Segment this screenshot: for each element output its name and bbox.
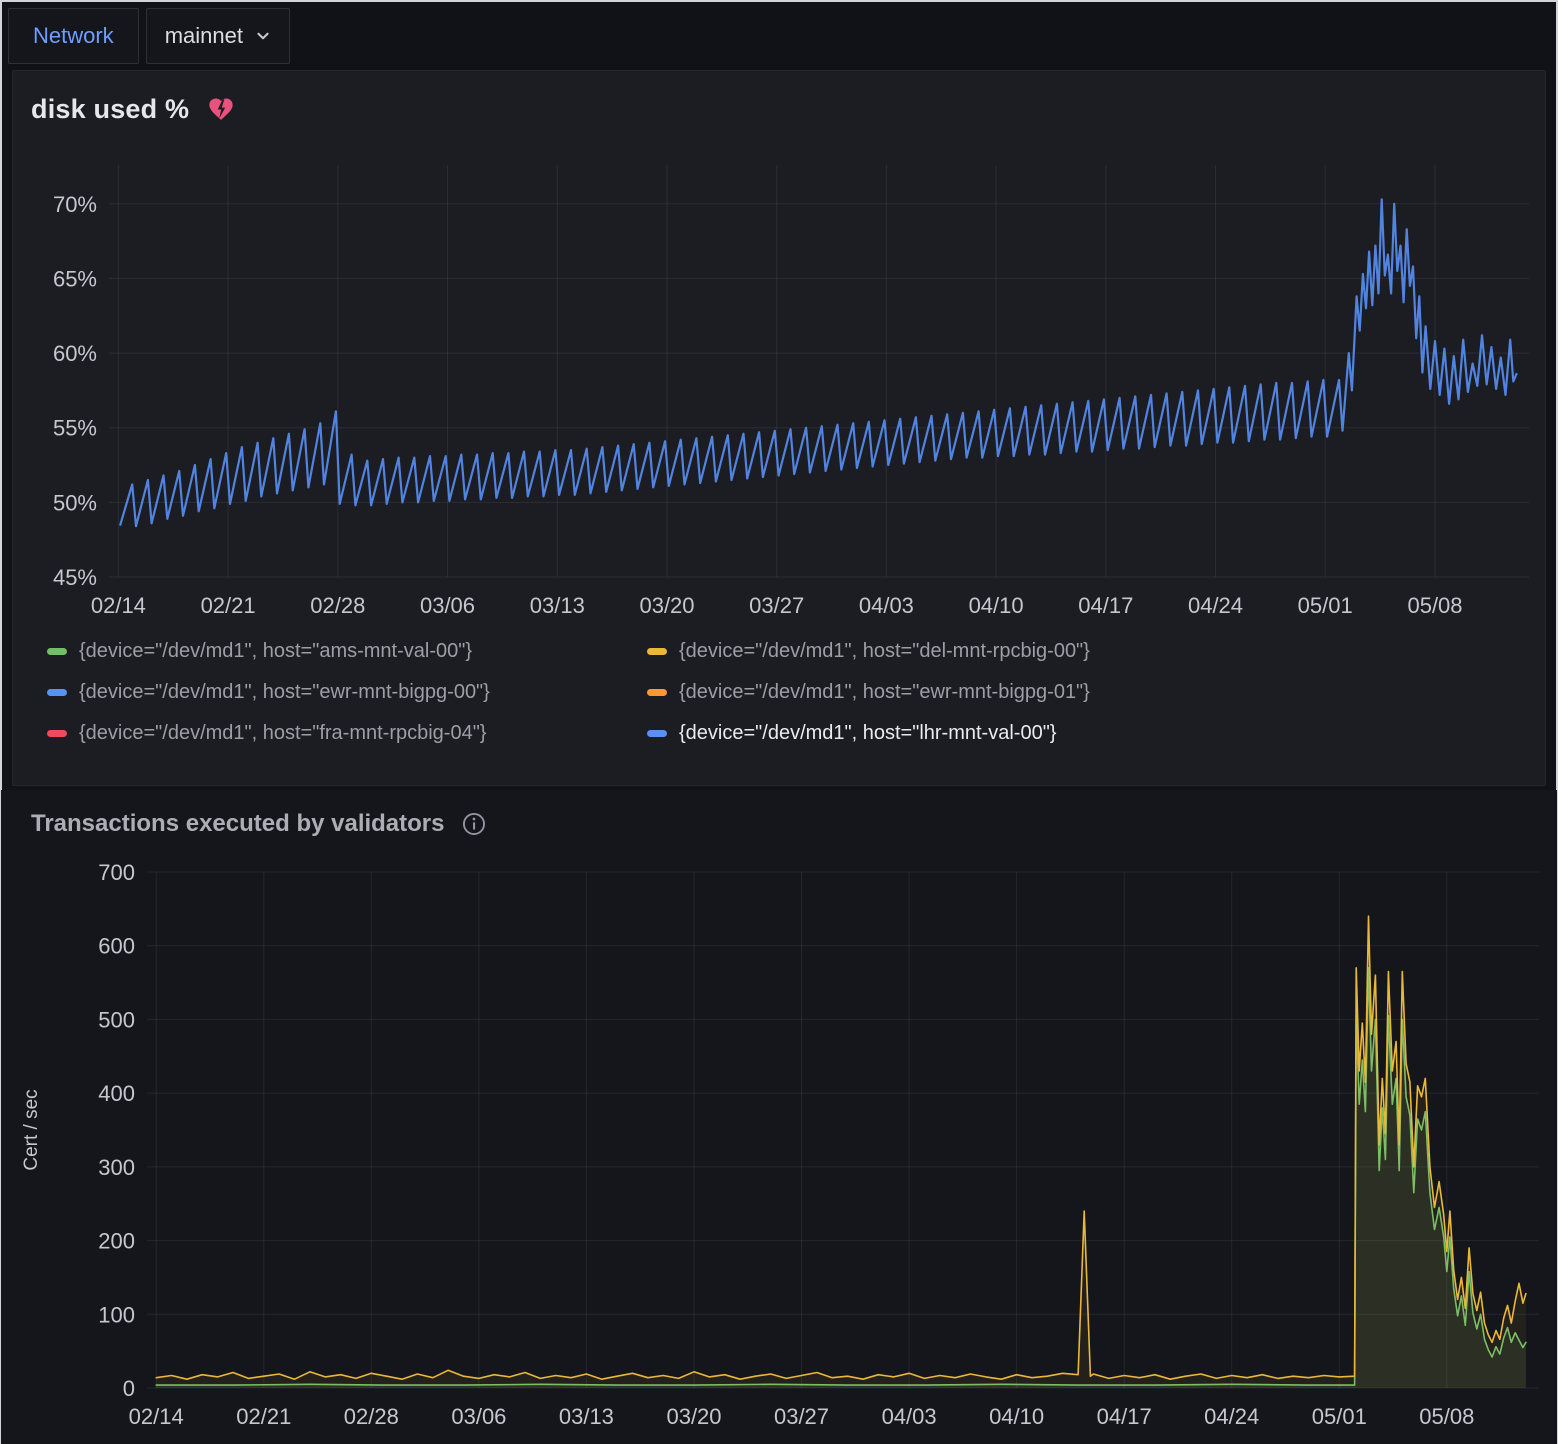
x-tick-label: 02/14 xyxy=(129,1404,184,1429)
disk-panel-title[interactable]: disk used % xyxy=(31,94,189,125)
x-tick-label: 02/28 xyxy=(344,1404,399,1429)
disk-used-panel: disk used % 45% 50% 55% 60% 65% 70% 02/14 02/21… xyxy=(12,70,1546,786)
x-tick-label: 04/03 xyxy=(859,593,914,618)
legend-item[interactable]: {device="/dev/md1", host="lhr-mnt-val-00… xyxy=(647,721,1545,745)
legend-item[interactable]: {device="/dev/md1", host="ewr-mnt-bigpg-… xyxy=(47,680,647,704)
transactions-panel-header: Transactions executed by validators xyxy=(1,790,1557,844)
x-tick-label: 02/21 xyxy=(201,593,256,618)
legend-item[interactable]: {device="/dev/md1", host="del-mnt-rpcbig… xyxy=(647,639,1545,663)
x-tick-label: 03/06 xyxy=(451,1404,506,1429)
y-tick-label: 100 xyxy=(98,1302,135,1327)
series-line xyxy=(120,199,1516,526)
x-tick-label: 04/10 xyxy=(989,1404,1044,1429)
legend-series-swatch xyxy=(47,648,67,655)
network-variable-label: Network xyxy=(8,8,139,64)
disk-panel-header: disk used % xyxy=(13,71,1545,135)
x-tick-label: 02/28 xyxy=(310,593,365,618)
transactions-panel-title[interactable]: Transactions executed by validators xyxy=(31,810,445,838)
x-tick-label: 04/17 xyxy=(1078,593,1133,618)
network-variable-dropdown[interactable]: mainnet xyxy=(146,8,290,64)
legend-item-label: {device="/dev/md1", host="ams-mnt-val-00… xyxy=(79,639,472,663)
y-tick-label: 200 xyxy=(98,1229,135,1254)
x-tick-label: 04/24 xyxy=(1204,1404,1259,1429)
legend-item[interactable]: {device="/dev/md1", host="fra-mnt-rpcbig… xyxy=(47,721,647,745)
broken-heart-icon xyxy=(207,95,235,123)
network-variable-label-text: Network xyxy=(33,23,114,49)
series-area xyxy=(156,916,1526,1388)
legend-item[interactable]: {device="/dev/md1", host="ewr-mnt-bigpg-… xyxy=(647,680,1545,704)
legend-series-swatch xyxy=(647,648,667,655)
x-tick-label: 03/20 xyxy=(639,593,694,618)
y-tick-label: 500 xyxy=(98,1007,135,1032)
series-area xyxy=(156,968,1526,1388)
x-tick-label: 04/17 xyxy=(1097,1404,1152,1429)
legend-series-swatch xyxy=(47,689,67,696)
x-tick-label: 05/08 xyxy=(1407,593,1462,618)
x-tick-label: 04/24 xyxy=(1188,593,1243,618)
legend-series-swatch xyxy=(647,689,667,696)
x-tick-label: 03/20 xyxy=(666,1404,721,1429)
y-axis-title: Cert / sec xyxy=(21,1089,42,1170)
y-tick-label: 600 xyxy=(98,934,135,959)
series-line xyxy=(156,916,1526,1379)
info-icon[interactable] xyxy=(461,811,487,837)
x-tick-label: 05/08 xyxy=(1419,1404,1474,1429)
dashboard-submenu: Network mainnet xyxy=(0,0,1558,64)
x-tick-label: 02/21 xyxy=(236,1404,291,1429)
legend-series-swatch xyxy=(47,730,67,737)
y-tick-label: 45% xyxy=(53,565,97,590)
legend-item-label: {device="/dev/md1", host="ewr-mnt-bigpg-… xyxy=(679,680,1090,704)
legend-item-label: {device="/dev/md1", host="del-mnt-rpcbig… xyxy=(679,639,1090,663)
y-tick-label: 300 xyxy=(98,1155,135,1180)
disk-used-chart[interactable]: 45% 50% 55% 60% 65% 70% 02/14 02/21 02/28 03/06 03… xyxy=(13,135,1543,635)
disk-chart-legend: {device="/dev/md1", host="ams-mnt-val-00… xyxy=(13,635,1545,745)
y-tick-label: 65% xyxy=(53,266,97,291)
transactions-panel: Transactions executed by validators 0 100… xyxy=(1,790,1557,1444)
y-tick-label: 400 xyxy=(98,1081,135,1106)
legend-item-label: {device="/dev/md1", host="fra-mnt-rpcbig… xyxy=(79,721,487,745)
y-tick-label: 55% xyxy=(53,416,97,441)
x-tick-label: 03/27 xyxy=(774,1404,829,1429)
x-tick-label: 05/01 xyxy=(1312,1404,1367,1429)
x-tick-label: 04/10 xyxy=(969,593,1024,618)
legend-item-label: {device="/dev/md1", host="lhr-mnt-val-00… xyxy=(679,721,1056,745)
x-tick-label: 04/03 xyxy=(882,1404,937,1429)
x-tick-label: 03/13 xyxy=(530,593,585,618)
x-tick-label: 05/01 xyxy=(1298,593,1353,618)
legend-item[interactable]: {device="/dev/md1", host="ams-mnt-val-00… xyxy=(47,639,647,663)
x-tick-label: 03/06 xyxy=(420,593,475,618)
x-tick-label: 03/27 xyxy=(749,593,804,618)
chevron-down-icon xyxy=(255,28,271,44)
x-tick-label: 02/14 xyxy=(91,593,146,618)
y-tick-label: 700 xyxy=(98,860,135,885)
legend-series-swatch xyxy=(647,730,667,737)
y-tick-label: 60% xyxy=(53,341,97,366)
x-tick-label: 03/13 xyxy=(559,1404,614,1429)
y-tick-label: 0 xyxy=(123,1376,135,1401)
legend-item-label: {device="/dev/md1", host="ewr-mnt-bigpg-… xyxy=(79,680,490,704)
series-line xyxy=(156,968,1526,1385)
y-tick-label: 70% xyxy=(53,192,97,217)
network-variable-value: mainnet xyxy=(165,23,243,49)
transactions-chart[interactable]: 0 100 200 300 400 500 600 700 02/14 02/21 02/28 03/… xyxy=(1,844,1555,1444)
grafana-dashboard: Network mainnet disk used % 45% 50% 55% 60%… xyxy=(0,0,1558,1444)
y-tick-label: 50% xyxy=(53,490,97,515)
